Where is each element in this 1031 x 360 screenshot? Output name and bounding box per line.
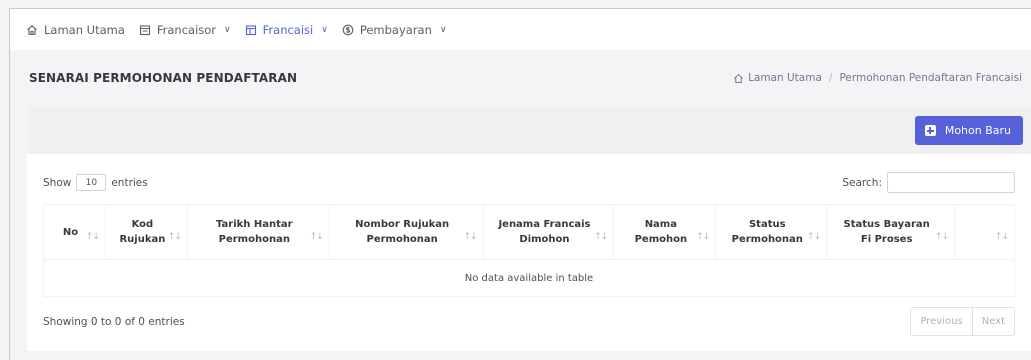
- layout-icon: [245, 24, 256, 35]
- plus-square-icon: [924, 125, 936, 136]
- sort-icon: ↑↓: [594, 232, 608, 242]
- column-header-status-bayaran[interactable]: Status Bayaran Fi Proses ↑↓: [826, 204, 956, 260]
- nav-label: Pembayaran: [359, 22, 432, 37]
- breadcrumb-separator: /: [828, 72, 833, 84]
- show-label: Show: [43, 176, 72, 189]
- nav-item-pembayaran[interactable]: Pembayaran ∨: [342, 23, 447, 37]
- column-header-actions[interactable]: ↑↓: [954, 204, 1015, 260]
- dollar-circle-icon: [342, 24, 354, 35]
- home-icon: [734, 73, 744, 83]
- calendar-icon: [139, 24, 150, 35]
- entries-select[interactable]: 10: [76, 174, 107, 191]
- table-info: Showing 0 to 0 of 0 entries: [43, 315, 185, 328]
- empty-table-message: No data available in table: [43, 259, 1015, 297]
- breadcrumb: Laman Utama / Permohonan Pendaftaran Fra…: [733, 72, 1022, 84]
- sort-icon: ↑↓: [167, 232, 182, 242]
- column-header-nama-pemohon[interactable]: Nama Pemohon ↑↓: [613, 204, 717, 260]
- sort-icon: ↑↓: [309, 232, 324, 242]
- sort-icon: ↑↓: [85, 232, 100, 242]
- page-title: SENARAI PERMOHONAN PENDAFTARAN: [29, 71, 298, 85]
- search-input[interactable]: [887, 172, 1015, 193]
- page-header: SENARAI PERMOHONAN PENDAFTARAN Laman Uta…: [10, 50, 1031, 106]
- nav-item-francaisor[interactable]: Francaisor ∨: [139, 23, 231, 37]
- mohon-baru-label: Mohon Baru: [944, 124, 1011, 137]
- column-header-tarikh-hantar[interactable]: Tarikh Hantar Permohonan ↑↓: [186, 204, 330, 260]
- column-header-no[interactable]: No ↑↓: [43, 204, 106, 260]
- chevron-down-icon: ∨: [224, 24, 231, 35]
- table-controls: Show 10 entries Search:: [43, 172, 1015, 193]
- sort-icon: ↑↓: [934, 232, 949, 242]
- app-frame: Laman Utama Francaisor ∨ Francaisi ∨ Pem…: [9, 8, 1031, 360]
- home-icon: [27, 24, 37, 35]
- sort-icon: ↑↓: [696, 232, 710, 242]
- nav-label: Francaisor: [156, 22, 217, 37]
- chevron-down-icon: ∨: [439, 24, 447, 35]
- mohon-baru-button[interactable]: Mohon Baru: [914, 116, 1023, 145]
- column-header-nombor-rujukan[interactable]: Nombor Rujukan Permohonan ↑↓: [328, 204, 484, 260]
- sort-icon: ↑↓: [994, 232, 1009, 242]
- next-page-button[interactable]: Next: [972, 307, 1015, 336]
- entries-length: Show 10 entries: [43, 174, 148, 191]
- column-header-kod-rujukan[interactable]: Kod Rujukan ↑↓: [104, 204, 188, 260]
- sort-icon: ↑↓: [807, 232, 821, 242]
- search-label: Search:: [842, 176, 882, 189]
- nav-item-laman-utama[interactable]: Laman Utama: [26, 23, 125, 37]
- breadcrumb-current: Permohonan Pendaftaran Francaisi: [839, 72, 1022, 84]
- previous-page-button[interactable]: Previous: [910, 307, 973, 336]
- column-header-status-permohonan[interactable]: Status Permohonan ↑↓: [715, 204, 828, 260]
- nav-label: Francaisi: [262, 22, 314, 37]
- table-header-row: No ↑↓ Kod Rujukan ↑↓ Tarikh Hantar Permohona…: [43, 204, 1015, 260]
- entries-label: entries: [111, 176, 148, 189]
- top-navigation: Laman Utama Francaisor ∨ Francaisi ∨ Pem…: [10, 9, 1031, 50]
- nav-item-francaisi[interactable]: Francaisi ∨: [245, 23, 328, 37]
- applications-table: No ↑↓ Kod Rujukan ↑↓ Tarikh Hantar Permohona…: [43, 204, 1015, 297]
- table-search: Search:: [842, 172, 1015, 193]
- table-footer: Showing 0 to 0 of 0 entries Previous Nex…: [43, 307, 1015, 336]
- table-row: No data available in table: [43, 259, 1015, 297]
- chevron-down-icon: ∨: [321, 24, 328, 35]
- breadcrumb-home[interactable]: Laman Utama: [748, 72, 822, 84]
- pagination: Previous Next: [910, 307, 1015, 336]
- nav-label: Laman Utama: [44, 22, 125, 37]
- table-card: Show 10 entries Search: No ↑↓ Kod Rujukan ↑…: [27, 154, 1031, 351]
- sort-icon: ↑↓: [463, 232, 477, 242]
- card-header: Mohon Baru: [27, 106, 1031, 154]
- column-header-jenama-francais[interactable]: Jenama Francais Dimohon ↑↓: [482, 204, 615, 260]
